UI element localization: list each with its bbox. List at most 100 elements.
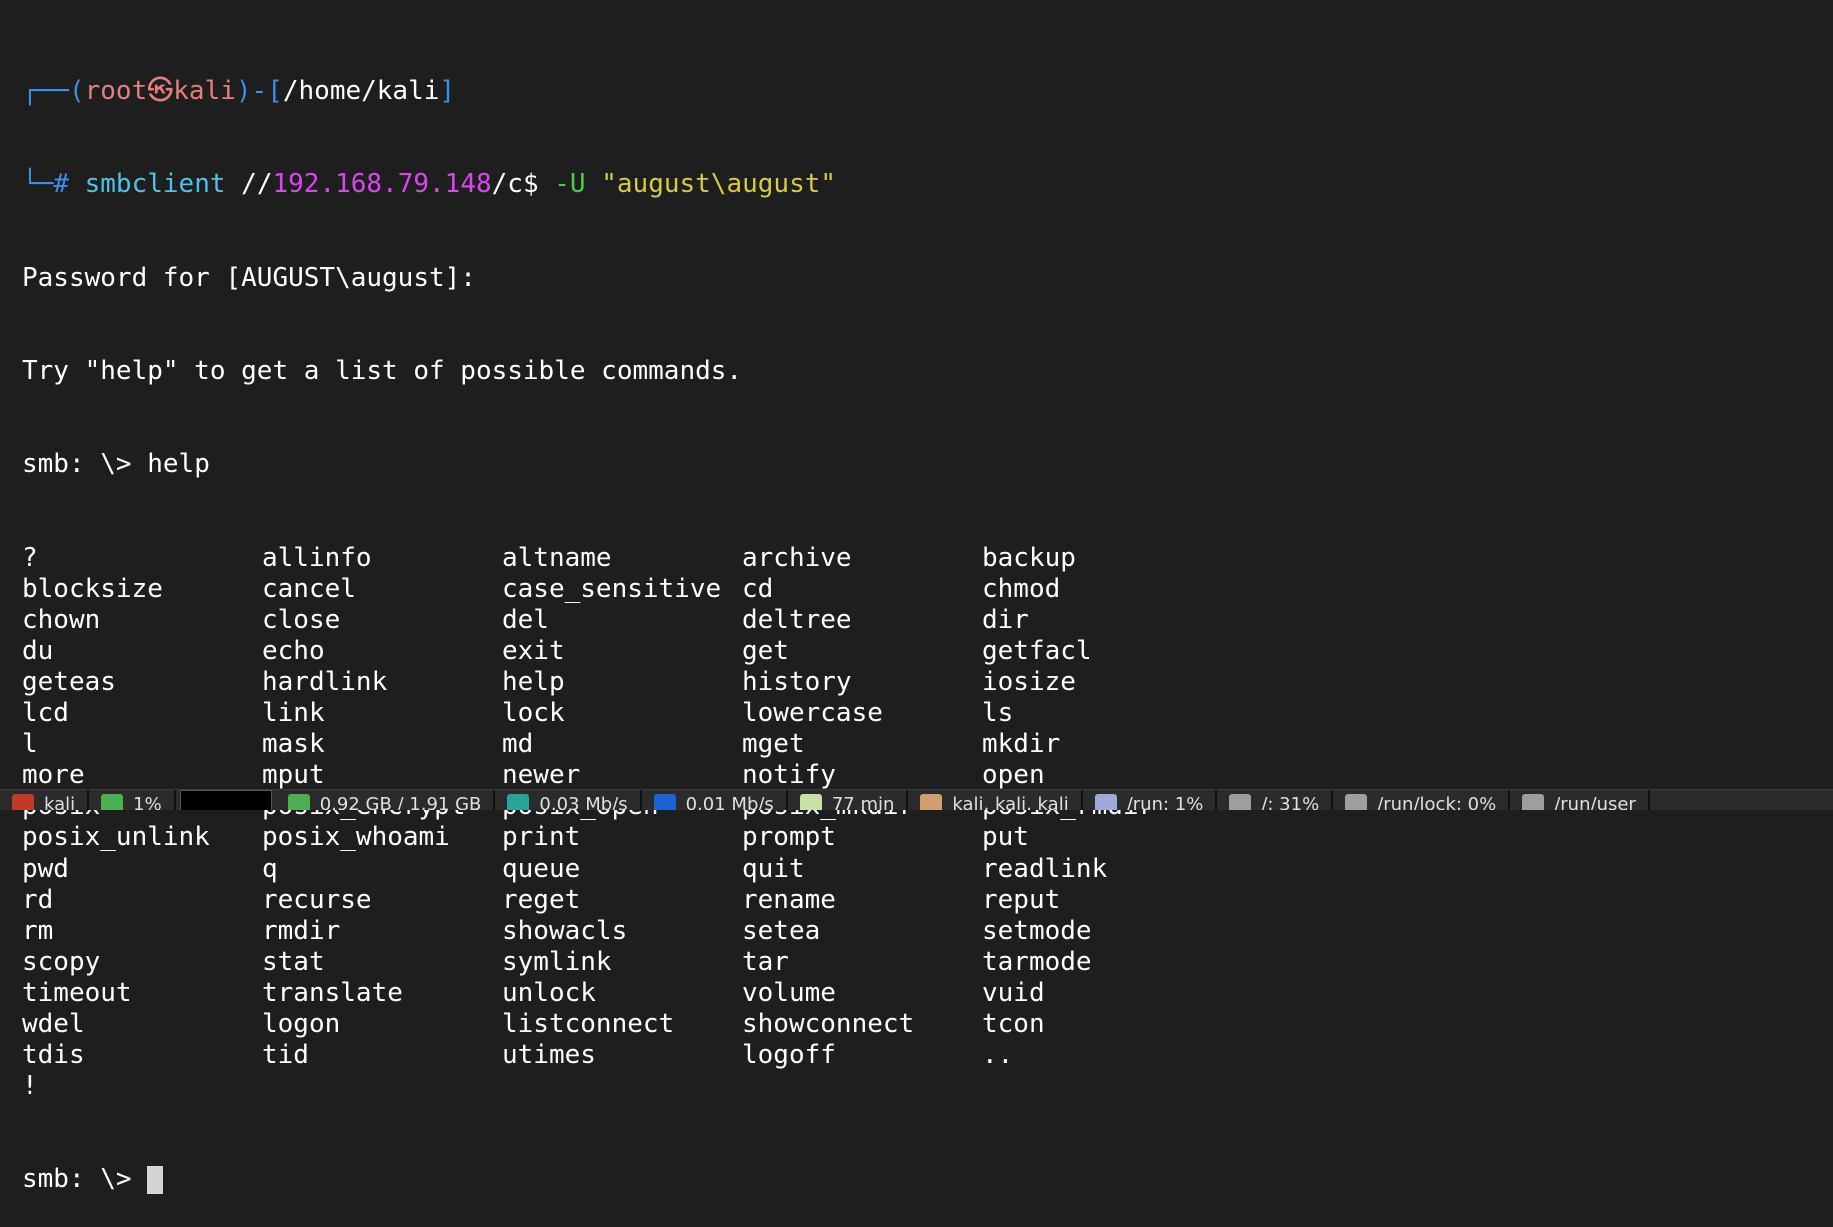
cpu-icon — [101, 794, 124, 810]
panel-item-label: 77 min — [831, 794, 895, 810]
command-item: cancel — [262, 573, 356, 604]
smb-prompt: smb: \> — [22, 449, 132, 480]
panel-item-label: /run/lock: 0% — [1377, 794, 1497, 810]
command-path-prefix: // — [241, 169, 273, 200]
command-item: mput — [262, 760, 325, 791]
command-item: vuid — [982, 977, 1045, 1008]
command-item: deltree — [742, 604, 852, 635]
command-item: history — [742, 666, 852, 697]
download-icon — [653, 794, 676, 810]
command-item: queue — [502, 853, 581, 884]
help-command: help — [147, 449, 210, 480]
command-item: wdel — [22, 1009, 85, 1039]
prompt-frame-bottom: └─ — [22, 169, 54, 200]
command-item: translate — [262, 977, 403, 1008]
command-item: dir — [982, 604, 1029, 635]
panel-item-disk-lock[interactable]: /run/lock: 0% — [1333, 790, 1511, 810]
command-item: logoff — [742, 1040, 836, 1071]
command-item: open — [982, 760, 1045, 791]
prompt-hash: # — [53, 169, 69, 200]
prompt-frame-top: ┌──( — [22, 76, 85, 107]
command-item: blocksize — [22, 573, 163, 604]
panel-item-upload[interactable]: 0.03 Mb/s — [495, 790, 642, 810]
prompt-frame-end: ] — [439, 76, 456, 107]
command-item: tar — [742, 946, 789, 977]
password-line: Password for [AUGUST\august]: — [22, 262, 476, 293]
command-item: print — [502, 822, 581, 853]
panel-item-label: 1% — [133, 794, 162, 810]
prompt-host-symbol: ㉿ — [147, 76, 174, 107]
panel-item-kali[interactable]: kali — [0, 790, 90, 810]
command-creds: "august\august" — [601, 169, 837, 200]
command-item: ? — [22, 542, 38, 573]
command-item: posix_whoami — [262, 822, 450, 853]
command-item: newer — [502, 760, 581, 791]
command-item: setea — [742, 915, 821, 946]
command-item: ! — [22, 1071, 38, 1102]
command-item: chown — [22, 604, 101, 635]
command-item: close — [262, 604, 341, 635]
panel-item-label: 0.01 Mb/s — [685, 794, 774, 810]
panel-item-memory[interactable]: 0.92 GB / 1.91 GB — [276, 790, 496, 810]
user-icon — [920, 794, 943, 810]
command-item: archive — [742, 542, 852, 573]
command-item: mkdir — [982, 729, 1061, 760]
panel-item-label: /run/user — [1554, 794, 1636, 810]
command-item: tcon — [982, 1009, 1045, 1039]
command-item: md — [502, 729, 534, 760]
terminal[interactable]: ┌──(root ㉿ kali)-[/home/kali] └─ # smbclien… — [22, 14, 1222, 1227]
command-item: allinfo — [262, 542, 372, 573]
command-item: put — [982, 822, 1029, 853]
command-item: more — [22, 760, 85, 791]
panel-item-clock[interactable]: 77 min — [788, 790, 909, 810]
panel-item-user[interactable]: kali, kali, kali — [908, 790, 1083, 810]
panel-item-disk[interactable]: /run: 1% — [1083, 790, 1218, 810]
clock-icon — [799, 794, 822, 810]
command-list: ? allinfo altname archive backup blocksize can… — [22, 543, 1222, 1103]
panel-item-label: /run: 1% — [1126, 794, 1204, 810]
panel-item-cpu[interactable]: 1% — [89, 790, 176, 810]
command-item: scopy — [22, 946, 101, 977]
command-item: showconnect — [742, 1009, 915, 1039]
command-item: cd — [742, 573, 774, 604]
command-item: lcd — [22, 698, 69, 729]
command-item: rm — [22, 915, 54, 946]
hint-line: Try "help" to get a list of possible com… — [22, 356, 743, 387]
panel-item-disk-user[interactable]: /run/user — [1510, 790, 1650, 810]
command-item: rename — [742, 884, 836, 915]
command-item: l — [22, 729, 38, 760]
panel-item-download[interactable]: 0.01 Mb/s — [642, 790, 788, 810]
panel-item-label: 0.03 Mb/s — [539, 794, 628, 810]
command-item: tdis — [22, 1040, 85, 1071]
kali-icon — [12, 794, 34, 810]
command-item: geteas — [22, 666, 116, 697]
command-item: reput — [982, 884, 1061, 915]
command-item: reget — [502, 884, 581, 915]
command-item: backup — [982, 542, 1076, 573]
command-item: pwd — [22, 853, 69, 884]
text-cursor — [147, 1166, 164, 1195]
command-item: exit — [502, 635, 565, 666]
command-item: q — [262, 853, 278, 884]
command-item: volume — [742, 977, 836, 1008]
final-prompt-line[interactable]: smb: \> — [22, 1164, 1222, 1195]
cpu-graph — [179, 790, 272, 810]
panel-item-label: 0.92 GB / 1.91 GB — [319, 794, 482, 810]
disk-user-icon — [1522, 794, 1545, 810]
command-line: └─ # smbclient //192.168.79.148/c$ -U "au… — [22, 169, 1222, 200]
command-item: showacls — [502, 915, 628, 946]
command-item: du — [22, 635, 54, 666]
disk-usage-icon — [1229, 794, 1252, 810]
command-name: smbclient — [84, 169, 226, 200]
panel-item-label: kali — [44, 794, 76, 810]
command-item: readlink — [982, 853, 1108, 884]
command-item: notify — [742, 760, 836, 791]
command-item: timeout — [22, 977, 132, 1008]
command-item: symlink — [502, 946, 612, 977]
disk-lock-icon — [1345, 794, 1368, 810]
command-item: altname — [502, 542, 612, 573]
prompt-user: root — [84, 76, 148, 107]
panel-item-disk-usage[interactable]: /: 31% — [1217, 790, 1334, 810]
command-item: recurse — [262, 884, 372, 915]
command-item: iosize — [982, 666, 1076, 697]
